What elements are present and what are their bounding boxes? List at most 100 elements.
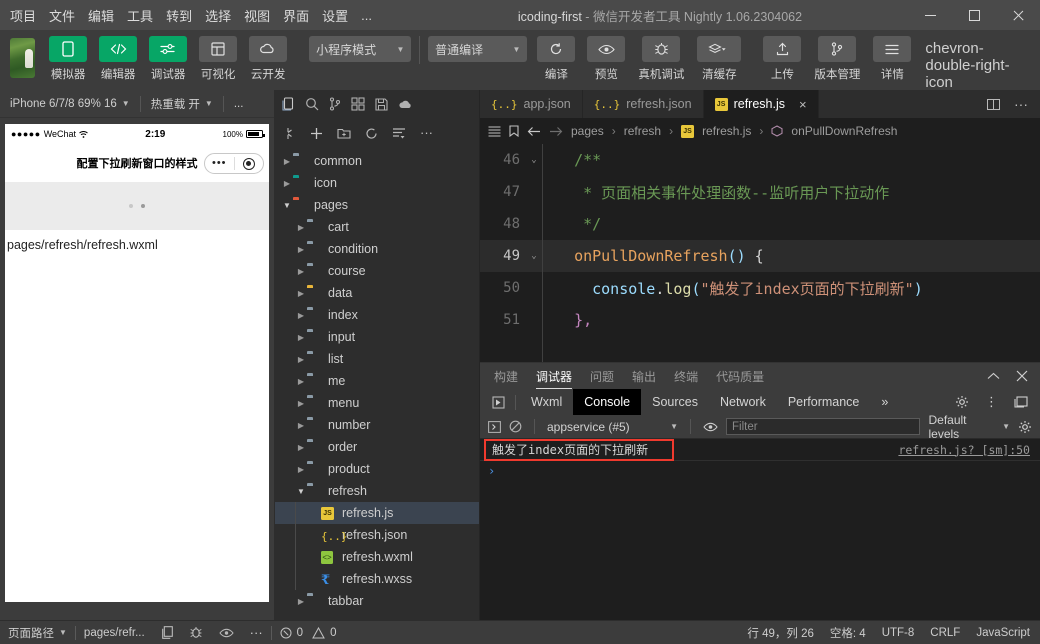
devtools-tab-sources[interactable]: Sources xyxy=(641,389,709,415)
chevron-right-icon[interactable]: ▶ xyxy=(295,333,307,342)
close-button[interactable] xyxy=(996,0,1040,30)
chevron-up-icon[interactable] xyxy=(987,372,1000,380)
status-eol[interactable]: CRLF xyxy=(922,621,968,644)
code-line[interactable]: 48 */ xyxy=(480,208,1040,240)
chevron-right-icon[interactable]: ▶ xyxy=(295,399,307,408)
toolbar-button-simulator[interactable]: 模拟器 xyxy=(45,36,91,82)
tree-folder-menu[interactable]: ▶ menu xyxy=(275,392,479,414)
more-icon[interactable]: ··· xyxy=(1014,97,1028,111)
gear-icon[interactable] xyxy=(1018,420,1032,434)
tree-file-refresh.js[interactable]: JS refresh.js xyxy=(275,502,479,524)
breadcrumb-item-pages[interactable]: pages xyxy=(571,124,604,138)
status-indentation[interactable]: 空格: 4 xyxy=(822,621,874,644)
toolbar-button-upload[interactable]: 上传 xyxy=(759,36,805,82)
fold-toggle-icon[interactable]: ⌄ xyxy=(526,155,542,165)
split-editor-icon[interactable] xyxy=(987,98,1000,110)
devtools-tab-network[interactable]: Network xyxy=(709,389,777,415)
editor-tab-app-json[interactable]: {..} app.json xyxy=(480,90,583,118)
chevron-right-icon[interactable]: ▶ xyxy=(295,377,307,386)
code-line[interactable]: 46 ⌄ /** xyxy=(480,144,1040,176)
chevron-right-icon[interactable]: ▶ xyxy=(295,597,307,606)
forward-arrow-icon[interactable] xyxy=(549,126,563,137)
console-context-select[interactable]: appservice (#5) ▼ xyxy=(547,420,678,434)
compile-select[interactable]: 普通编译 ▼ xyxy=(428,36,528,62)
panel-tab-code-quality[interactable]: 代码质量 xyxy=(716,363,764,389)
search-icon[interactable] xyxy=(305,97,319,111)
console-levels-select[interactable]: Default levels ▼ xyxy=(928,413,1010,441)
eye-icon[interactable] xyxy=(703,422,718,432)
tree-folder-condition[interactable]: ▶ condition xyxy=(275,238,479,260)
phone-screen[interactable]: ●●●●● WeChat 2:19 100% 配置下拉刷新窗口的样式 ••• p… xyxy=(5,124,269,602)
console-output[interactable]: 触发了index页面的下拉刷新 refresh.js? [sm]:50 › xyxy=(480,439,1040,620)
toolbar-button-version[interactable]: 版本管理 xyxy=(809,36,865,82)
wechat-capsule[interactable]: ••• xyxy=(204,153,264,174)
chevron-down-icon[interactable]: ▼ xyxy=(295,487,307,496)
status-errors[interactable]: 0 0 xyxy=(272,621,345,644)
console-message-source[interactable]: refresh.js? [sm]:50 xyxy=(898,443,1030,457)
code-line[interactable]: 50 console.log("触发了index页面的下拉刷新") xyxy=(480,272,1040,304)
back-arrow-icon[interactable] xyxy=(527,126,541,137)
status-page-path-select[interactable]: 页面路径 ▼ xyxy=(0,621,75,644)
new-file-icon[interactable] xyxy=(285,127,296,140)
close-icon[interactable] xyxy=(1016,370,1028,382)
editor-tab-refresh-json[interactable]: {..} refresh.json xyxy=(582,90,704,118)
panel-tab-output[interactable]: 输出 xyxy=(632,363,656,389)
bug-icon[interactable] xyxy=(181,621,211,644)
chevron-right-icon[interactable]: ▶ xyxy=(295,465,307,474)
simulator-more-button[interactable]: ... xyxy=(224,90,254,118)
more-icon[interactable]: ··· xyxy=(420,126,433,139)
refresh-icon[interactable] xyxy=(365,127,378,140)
toolbar-button-details[interactable]: 详情 xyxy=(869,36,915,82)
toolbar-button-preview[interactable]: 预览 xyxy=(583,36,629,82)
tree-folder-refresh[interactable]: ▼ refresh xyxy=(275,480,479,502)
more-icon[interactable]: ··· xyxy=(242,621,271,644)
copy-icon[interactable] xyxy=(153,621,181,644)
inspect-icon[interactable] xyxy=(486,395,511,409)
tree-folder-product[interactable]: ▶ product xyxy=(275,458,479,480)
chevron-right-icon[interactable]: ▶ xyxy=(281,157,293,166)
code-line[interactable]: 51 }, xyxy=(480,304,1040,336)
add-icon[interactable] xyxy=(310,127,323,140)
tree-folder-data[interactable]: ▶ data xyxy=(275,282,479,304)
breadcrumb-item-file[interactable]: refresh.js xyxy=(702,124,751,138)
toolbar-button-compile[interactable]: 编译 xyxy=(533,36,579,82)
chevron-right-icon[interactable]: ▶ xyxy=(295,223,307,232)
console-sidebar-icon[interactable] xyxy=(488,420,501,433)
tree-folder-pages[interactable]: ▼ pages xyxy=(275,194,479,216)
gear-icon[interactable] xyxy=(955,395,969,409)
capsule-close-button[interactable] xyxy=(235,157,264,170)
status-language-mode[interactable]: JavaScript xyxy=(968,621,1040,644)
panel-tab-terminal[interactable]: 终端 xyxy=(674,363,698,389)
menu-item-more[interactable]: ... xyxy=(361,8,372,23)
panel-tab-problems[interactable]: 问题 xyxy=(590,363,614,389)
status-cursor-position[interactable]: 行 49，列 26 xyxy=(739,621,821,644)
dock-icon[interactable] xyxy=(1014,396,1028,408)
collapse-icon[interactable] xyxy=(392,127,406,139)
outline-icon[interactable] xyxy=(488,125,501,137)
breadcrumb-item-refresh[interactable]: refresh xyxy=(624,124,661,138)
toolbar-button-device-debug[interactable]: 真机调试 xyxy=(633,36,689,82)
device-selector[interactable]: iPhone 6/7/8 69% 16 ▼ xyxy=(0,90,140,118)
panel-tab-debugger[interactable]: 调试器 xyxy=(536,363,573,389)
devtools-tab-wxml[interactable]: Wxml xyxy=(520,389,573,415)
code-editor[interactable]: 46 ⌄ /** 47 * 页面相关事件处理函数--监听用户下拉动作 48 */49 ⌄… xyxy=(480,144,1040,362)
console-prompt[interactable]: › xyxy=(480,461,1040,481)
tree-file-refresh.json[interactable]: {..} refresh.json xyxy=(275,524,479,546)
editor-tab-refresh-js[interactable]: JS refresh.js × xyxy=(703,90,819,118)
tree-file-refresh.wxml[interactable]: <> refresh.wxml xyxy=(275,546,479,568)
menu-item-settings[interactable]: 设置 xyxy=(322,6,348,25)
breadcrumb-item-symbol[interactable]: onPullDownRefresh xyxy=(791,124,897,138)
menu-item-file[interactable]: 文件 xyxy=(49,6,75,25)
fold-toggle-icon[interactable]: ⌄ xyxy=(526,251,542,261)
chevron-right-icon[interactable]: ▶ xyxy=(295,421,307,430)
tree-folder-order[interactable]: ▶ order xyxy=(275,436,479,458)
devtools-tab-performance[interactable]: Performance xyxy=(777,389,871,415)
code-line[interactable]: 47 * 页面相关事件处理函数--监听用户下拉动作 xyxy=(480,176,1040,208)
chevron-right-icon[interactable]: ▶ xyxy=(295,311,307,320)
menu-item-project[interactable]: 项目 xyxy=(10,6,36,25)
clear-icon[interactable] xyxy=(509,420,522,433)
menu-item-tools[interactable]: 工具 xyxy=(127,6,153,25)
toolbar-overflow-button[interactable]: chevron-double-right-icon xyxy=(925,40,1032,91)
panel-tab-build[interactable]: 构建 xyxy=(494,363,518,389)
menu-item-goto[interactable]: 转到 xyxy=(166,6,192,25)
